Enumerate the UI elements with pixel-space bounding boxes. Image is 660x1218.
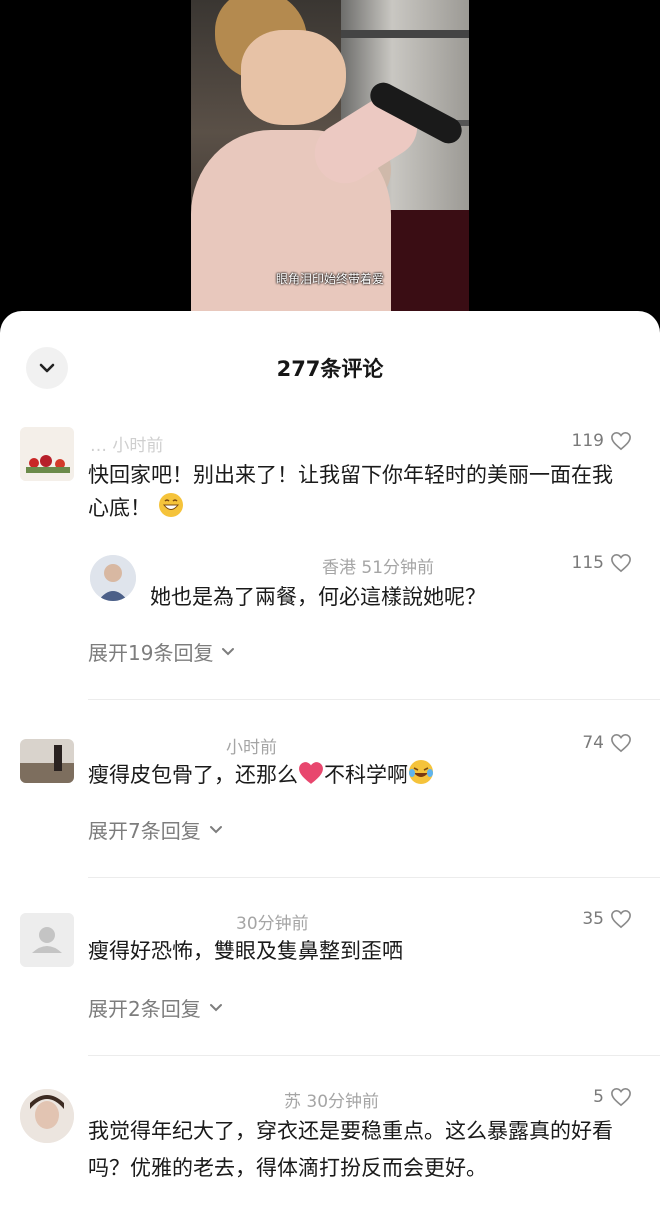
like-count: 5	[593, 1087, 604, 1107]
like-button[interactable]: 35	[582, 909, 632, 929]
like-button[interactable]: 119	[572, 431, 632, 451]
video-subtitle: 眼角泪印始终带着爱	[275, 272, 384, 286]
background-rail	[341, 30, 469, 38]
comment-text-part: 瘦得皮包骨了，还那么	[88, 763, 298, 787]
reply-text: 她也是為了兩餐，何必這樣說她呢？	[150, 585, 486, 609]
like-count: 119	[571, 431, 604, 451]
like-button[interactable]: 74	[582, 733, 632, 753]
comment-text: 我觉得年纪大了，穿衣还是要稳重点。这么暴露真的好看吗？优雅的老去，得体滴打扮反而…	[88, 1119, 613, 1180]
comment-sheet: 277条评论 … 小时前 119 快回家吧！别出来了！让我留下你年轻时的美丽一面…	[0, 311, 660, 1218]
expand-replies-button[interactable]: 展开7条回复	[88, 815, 223, 844]
expand-replies-button[interactable]: 展开2条回复	[88, 993, 223, 1022]
comment-meta: 小时前	[226, 738, 277, 758]
avatar[interactable]	[90, 555, 136, 601]
laughing-crying-face-icon	[409, 760, 433, 784]
expand-replies-label: 展开2条回复	[88, 997, 201, 1021]
avatar[interactable]	[20, 427, 74, 481]
video-player[interactable]: 眼角泪印始终带着爱	[0, 0, 660, 330]
avatar-image	[20, 427, 74, 481]
like-button[interactable]: 115	[572, 553, 632, 573]
singer-face	[241, 30, 346, 125]
heart-emoji-icon	[299, 762, 323, 784]
comment-text: 快回家吧！别出来了！让我留下你年轻时的美丽一面在我心底！	[88, 459, 618, 525]
heart-outline-icon	[611, 909, 631, 929]
avatar[interactable]	[20, 739, 74, 783]
divider	[88, 699, 660, 700]
avatar[interactable]	[20, 913, 74, 967]
avatar[interactable]	[20, 1089, 74, 1143]
reply-meta: 香港 51分钟前	[322, 558, 435, 578]
comment-meta: 苏 30分钟前	[284, 1092, 380, 1112]
chevron-down-icon	[209, 1004, 222, 1012]
divider	[88, 877, 660, 878]
expand-replies-label: 展开7条回复	[88, 819, 201, 843]
heart-outline-icon	[611, 733, 631, 753]
comment-meta: 30分钟前	[236, 914, 309, 934]
comment-text-part: 不科学啊	[324, 763, 408, 787]
divider	[88, 1055, 660, 1056]
heart-outline-icon	[611, 553, 631, 573]
comment-count-title: 277条评论	[276, 357, 384, 381]
default-avatar-icon	[20, 913, 74, 967]
chevron-down-icon	[222, 648, 235, 656]
video-frame[interactable]: 眼角泪印始终带着爱	[191, 0, 469, 330]
heart-outline-icon	[611, 1087, 631, 1107]
comment-text: 瘦得好恐怖，雙眼及隻鼻整到歪哂	[88, 939, 403, 963]
comment-text: 瘦得皮包骨了，还那么 不科学啊	[88, 759, 628, 792]
avatar-image	[20, 739, 74, 783]
like-count: 74	[582, 733, 604, 753]
expand-replies-label: 展开19条回复	[88, 641, 214, 665]
avatar-image	[20, 1089, 74, 1143]
like-button[interactable]: 5	[593, 1087, 632, 1107]
like-count: 35	[582, 909, 604, 929]
comment-meta: … 小时前	[90, 436, 164, 456]
avatar-image	[90, 555, 136, 601]
grinning-face-icon	[158, 493, 183, 517]
chevron-down-icon	[209, 826, 222, 834]
heart-outline-icon	[611, 431, 631, 451]
like-count: 115	[571, 553, 604, 573]
expand-replies-button[interactable]: 展开19条回复	[88, 637, 235, 666]
